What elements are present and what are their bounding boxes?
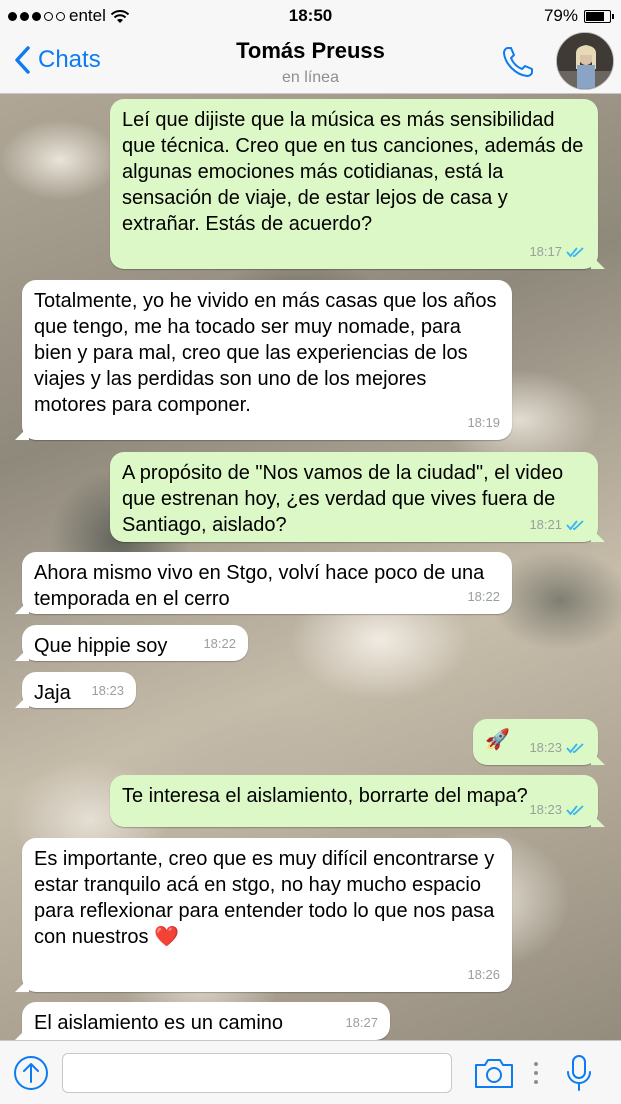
- message-time: 18:19: [467, 415, 500, 430]
- more-dots-icon: [534, 1062, 538, 1084]
- message-time: 18:26: [467, 967, 500, 982]
- clock: 18:50: [288, 6, 333, 25]
- double-check-icon: [566, 520, 584, 531]
- message-text: Leí que dijiste que la música es más sen…: [122, 109, 584, 235]
- message-text: 🚀: [485, 729, 510, 751]
- message-time: 18:17: [529, 244, 562, 259]
- message-bubble-incoming[interactable]: Jaja 18:23: [22, 672, 136, 708]
- double-check-icon: [566, 805, 584, 816]
- phone-icon: [503, 47, 533, 77]
- message-time: 18:22: [203, 636, 236, 651]
- message-text: Te interesa el aislamiento, borrarte del…: [122, 785, 528, 807]
- attach-button[interactable]: [13, 1055, 49, 1091]
- battery-icon: [584, 9, 614, 23]
- composer-bar: [0, 1040, 621, 1104]
- message-text: Que hippie soy: [34, 635, 168, 657]
- chat-header: Chats Tomás Preuss en línea: [0, 32, 621, 94]
- message-time: 18:23: [529, 740, 562, 755]
- message-bubble-incoming[interactable]: El aislamiento es un camino 18:27: [22, 1002, 390, 1040]
- message-time: 18:21: [529, 517, 562, 532]
- message-bubble-outgoing[interactable]: 🚀 18:23: [473, 719, 598, 765]
- double-check-icon: [566, 743, 584, 754]
- message-text: Ahora mismo vivo en Stgo, volví hace poc…: [34, 562, 485, 610]
- message-time: 18:27: [345, 1015, 378, 1030]
- message-text: Totalmente, yo he vivido en más casas qu…: [34, 290, 497, 416]
- upload-arrow-icon: [14, 1056, 48, 1090]
- message-time: 18:22: [467, 589, 500, 604]
- battery-percent: 79%: [543, 6, 578, 25]
- message-bubble-incoming[interactable]: Es importante, creo que es muy difícil e…: [22, 838, 512, 992]
- message-bubble-outgoing[interactable]: Te interesa el aislamiento, borrarte del…: [110, 775, 598, 827]
- message-bubble-incoming[interactable]: Que hippie soy 18:22: [22, 625, 248, 661]
- status-bar: entel 18:50 79%: [0, 0, 621, 32]
- message-bubble-incoming[interactable]: Totalmente, yo he vivido en más casas qu…: [22, 280, 512, 440]
- message-bubble-incoming[interactable]: Ahora mismo vivo en Stgo, volví hace poc…: [22, 552, 512, 614]
- message-input[interactable]: [62, 1053, 452, 1093]
- double-check-icon: [566, 247, 584, 258]
- message-time: 18:23: [529, 802, 562, 817]
- message-text: A propósito de "Nos vamos de la ciudad",…: [122, 462, 564, 536]
- camera-icon: [475, 1059, 513, 1088]
- avatar[interactable]: [556, 32, 614, 90]
- camera-button[interactable]: [473, 1055, 515, 1091]
- message-text: Es importante, creo que es muy difícil e…: [34, 848, 495, 948]
- message-bubble-outgoing[interactable]: A propósito de "Nos vamos de la ciudad",…: [110, 452, 598, 542]
- message-bubble-outgoing[interactable]: Leí que dijiste que la música es más sen…: [110, 99, 598, 269]
- message-time: 18:23: [91, 683, 124, 698]
- battery-status: 79%: [543, 6, 614, 26]
- call-button[interactable]: [500, 44, 536, 80]
- microphone-icon: [567, 1055, 591, 1091]
- microphone-button[interactable]: [565, 1053, 593, 1093]
- message-text: Jaja: [34, 682, 71, 704]
- message-text: El aislamiento es un camino: [34, 1012, 284, 1034]
